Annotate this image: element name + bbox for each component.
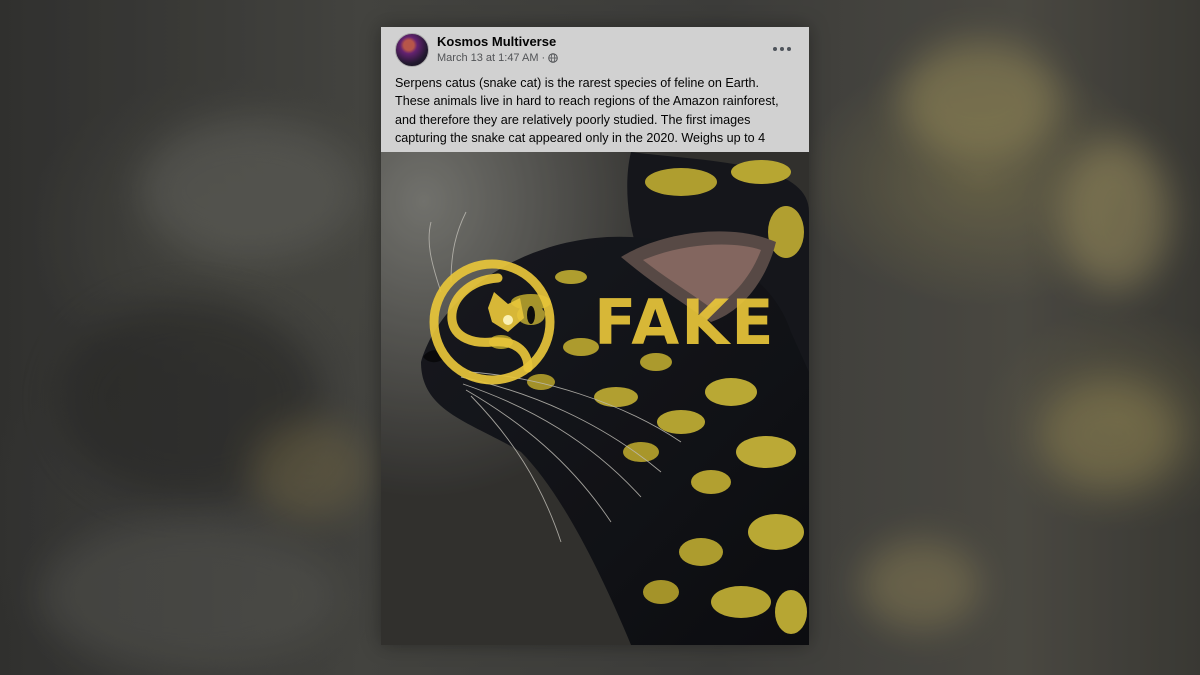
fact-check-logo-icon xyxy=(429,259,555,385)
fake-stamp: FAKE xyxy=(428,258,788,386)
post-author-name[interactable]: Kosmos Multiverse xyxy=(437,34,556,49)
post-text: Serpens catus (snake cat) is the rarest … xyxy=(395,76,779,154)
snake-cat-image xyxy=(381,152,809,645)
post-timestamp[interactable]: March 13 at 1:47 AM xyxy=(437,52,539,64)
more-options-icon[interactable] xyxy=(769,37,795,61)
meta-separator: · xyxy=(541,52,546,64)
avatar[interactable] xyxy=(395,33,429,67)
post-photo[interactable] xyxy=(381,152,809,645)
fake-label: FAKE xyxy=(594,285,776,359)
post-header: Kosmos Multiverse March 13 at 1:47 AM · xyxy=(381,27,809,72)
globe-icon xyxy=(548,53,558,63)
post-meta: March 13 at 1:47 AM · xyxy=(437,52,558,64)
